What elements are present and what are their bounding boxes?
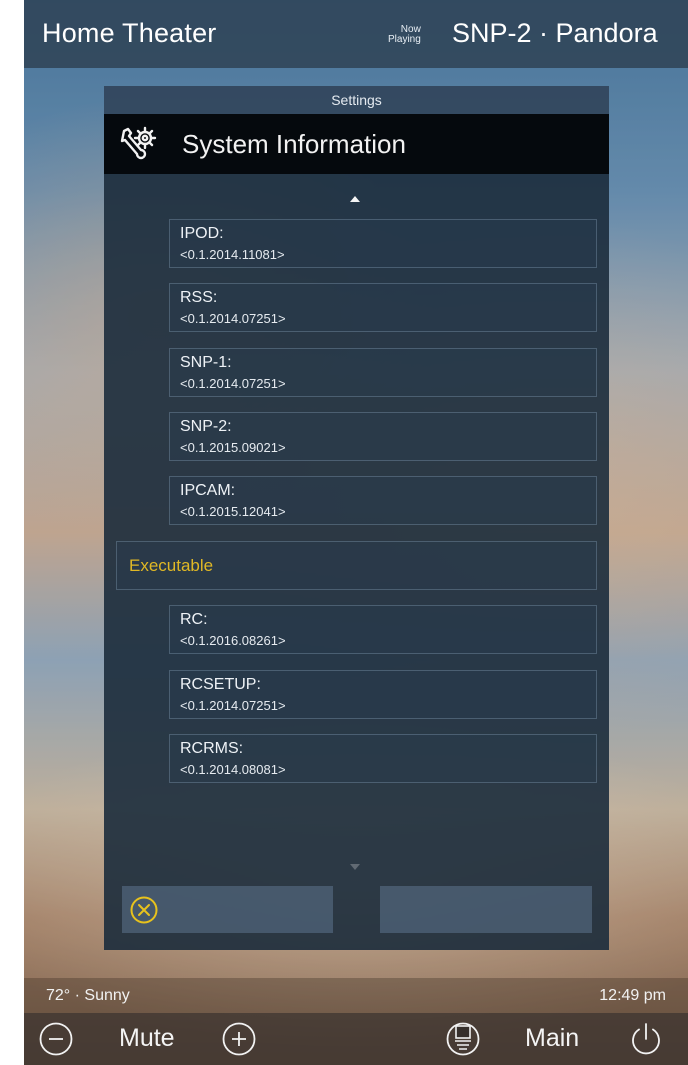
top-bar: Home Theater Now Playing SNP-2 · Pandora bbox=[24, 0, 688, 68]
list-item[interactable]: RCSETUP: <0.1.2014.07251> bbox=[169, 670, 597, 719]
screen: Home Theater Now Playing SNP-2 · Pandora… bbox=[24, 0, 688, 1065]
panel-title: System Information bbox=[182, 129, 406, 159]
scroll-down-arrow-icon[interactable] bbox=[350, 864, 360, 870]
list-item[interactable]: RSS: <0.1.2014.07251> bbox=[169, 283, 597, 332]
scroll-up-arrow-icon[interactable] bbox=[350, 196, 360, 202]
item-version: <0.1.2014.07251> bbox=[180, 698, 286, 713]
list-item[interactable]: IPCAM: <0.1.2015.12041> bbox=[169, 476, 597, 525]
item-name: RCRMS: bbox=[180, 740, 244, 757]
confirm-button[interactable] bbox=[380, 886, 592, 933]
item-version: <0.1.2014.11081> bbox=[180, 247, 285, 262]
item-name: IPCAM: bbox=[180, 482, 236, 499]
item-version: <0.1.2015.09021> bbox=[180, 440, 286, 455]
item-version: <0.1.2015.12041> bbox=[180, 504, 286, 519]
item-name: RSS: bbox=[180, 289, 218, 306]
now-playing-label: Now Playing bbox=[388, 25, 421, 45]
list-item[interactable]: RC: <0.1.2016.08261> bbox=[169, 605, 597, 654]
list-item[interactable]: RCRMS: <0.1.2014.08081> bbox=[169, 734, 597, 783]
item-name: RCSETUP: bbox=[180, 676, 261, 693]
item-name: IPOD: bbox=[180, 225, 224, 242]
mute-button[interactable]: Mute bbox=[119, 1024, 175, 1053]
wrench-gear-icon bbox=[120, 126, 157, 160]
list-item[interactable]: IPOD: <0.1.2014.11081> bbox=[169, 219, 597, 268]
menu-list-icon[interactable] bbox=[446, 1022, 480, 1056]
control-bar: Mute Main bbox=[24, 1013, 688, 1065]
item-name: RC: bbox=[180, 611, 208, 628]
item-version: <0.1.2014.07251> bbox=[180, 311, 286, 326]
item-name: SNP-1: bbox=[180, 354, 232, 371]
list-item[interactable]: SNP-2: <0.1.2015.09021> bbox=[169, 412, 597, 461]
item-version: <0.1.2014.07251> bbox=[180, 376, 286, 391]
volume-up-icon[interactable] bbox=[222, 1022, 256, 1056]
list-item[interactable]: SNP-1: <0.1.2014.07251> bbox=[169, 348, 597, 397]
panel-header: System Information bbox=[104, 114, 609, 174]
now-playing-source[interactable]: SNP-2 · Pandora bbox=[452, 18, 658, 49]
cancel-button[interactable] bbox=[122, 886, 333, 933]
close-circle-icon bbox=[130, 896, 158, 924]
section-executable[interactable]: Executable bbox=[116, 541, 597, 590]
panel-caption: Settings bbox=[104, 86, 609, 114]
power-icon[interactable] bbox=[629, 1022, 663, 1056]
weather-readout: 72° · Sunny bbox=[46, 987, 130, 1004]
item-version: <0.1.2014.08081> bbox=[180, 762, 286, 777]
section-label: Executable bbox=[129, 556, 214, 575]
status-bar: 72° · Sunny 12:49 pm bbox=[24, 978, 688, 1013]
item-name: SNP-2: bbox=[180, 418, 232, 435]
item-version: <0.1.2016.08261> bbox=[180, 633, 286, 648]
now-playing-line2: Playing bbox=[388, 34, 421, 45]
clock: 12:49 pm bbox=[599, 987, 666, 1004]
main-button[interactable]: Main bbox=[525, 1024, 579, 1053]
room-title[interactable]: Home Theater bbox=[42, 18, 217, 49]
volume-down-icon[interactable] bbox=[39, 1022, 73, 1056]
settings-panel: Settings System Information IPOD: <0.1.2… bbox=[104, 86, 609, 950]
